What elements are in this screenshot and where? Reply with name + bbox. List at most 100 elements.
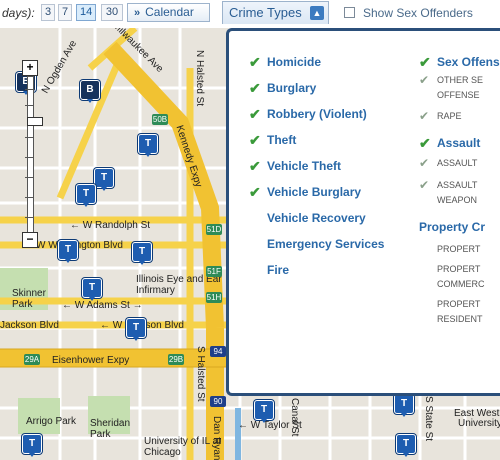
zoom-in-button[interactable]: + (22, 60, 38, 76)
street-label-state: S State St (423, 396, 434, 442)
crime-marker[interactable]: T (76, 184, 96, 207)
crime-option-vehicle-theft[interactable]: ✔ Vehicle Theft (249, 153, 384, 179)
zoom-tick (25, 217, 34, 218)
zoom-out-button[interactable]: − (22, 232, 38, 248)
crime-option-label: Fire (267, 263, 290, 277)
crime-subtype-label: RAPE (437, 111, 462, 121)
crime-category-label: Sex Offenses (437, 55, 500, 69)
highway-shield-29b: 29B (168, 354, 184, 365)
crime-option-fire[interactable]: Fire (249, 257, 384, 283)
crime-option-label: Emergency Services (267, 237, 385, 251)
crime-types-primary-list: ✔ Homicide ✔ Burglary ✔ Robbery (Violent) ✔… (249, 49, 384, 283)
crime-option-emergency-services[interactable]: Emergency Services (249, 231, 384, 257)
crime-subtype-property-commercial[interactable]: PROPERT COMMERC (419, 262, 500, 292)
place-skinner-park: Skinner Park (12, 288, 46, 310)
crime-subtype-label: OFFENSE (437, 90, 480, 100)
calendar-button[interactable]: » Calendar (127, 3, 210, 22)
show-sex-offenders-checkbox[interactable] (344, 7, 355, 18)
crime-marker[interactable]: T (126, 318, 146, 341)
street-label-eisenhower: Eisenhower Expy (52, 355, 130, 366)
days-30-button[interactable]: 30 (101, 4, 123, 21)
crime-subtype-label: PROPERT (437, 299, 481, 309)
crime-marker[interactable]: T (58, 240, 78, 263)
street-label-university: University (458, 418, 500, 429)
highway-shield-90: 90 (210, 396, 226, 407)
checkmark-icon: ✔ (419, 135, 431, 151)
checkmark-icon: ✔ (249, 54, 261, 70)
crime-subtype-rape[interactable]: ✔ RAPE (419, 109, 500, 124)
crime-marker[interactable]: T (22, 434, 42, 457)
crime-marker[interactable]: B (80, 80, 100, 103)
zoom-tick (25, 157, 34, 158)
checkmark-icon: ✔ (249, 158, 261, 174)
street-label-randolph: ← W Randolph St (70, 220, 151, 231)
crime-subtype-other-sex-offense[interactable]: ✔ OTHER SE OFFENSE (419, 73, 500, 103)
crime-option-label: Robbery (Violent) (267, 107, 367, 121)
crime-subtype-label: OTHER SE (437, 75, 484, 85)
checkmark-icon: ✔ (249, 106, 261, 122)
crime-marker[interactable]: T (132, 242, 152, 265)
crime-types-button[interactable]: Crime Types ▲ (222, 1, 329, 24)
crime-category-property-crime[interactable]: Property Cr (419, 214, 500, 240)
crime-option-vehicle-recovery[interactable]: Vehicle Recovery (249, 205, 384, 231)
highway-shield-50b: 50B (152, 114, 168, 125)
crime-category-label: Assault (437, 136, 481, 150)
crime-marker[interactable]: T (94, 168, 114, 191)
crime-types-category-list: ✔ Sex Offenses ✔ OTHER SE OFFENSE ✔ RAPE ✔ As… (419, 49, 500, 327)
crime-subtype-property[interactable]: PROPERT (419, 242, 500, 257)
crime-marker[interactable]: T (82, 278, 102, 301)
crime-category-assault[interactable]: ✔ Assault (419, 130, 500, 156)
checkmark-icon: ✔ (249, 184, 261, 200)
crime-subtype-label: RESIDENT (437, 314, 483, 324)
crime-option-burglary[interactable]: ✔ Burglary (249, 75, 384, 101)
street-label-halsted-s: S Halsted St (195, 346, 206, 402)
crime-option-robbery[interactable]: ✔ Robbery (Violent) (249, 101, 384, 127)
toolbar: days): 3 7 14 30 » Calendar Crime Types ▲… (0, 0, 500, 29)
crime-option-homicide[interactable]: ✔ Homicide (249, 49, 384, 75)
zoom-tick (25, 177, 34, 178)
days-14-button[interactable]: 14 (76, 4, 96, 21)
calendar-button-label: Calendar (145, 5, 194, 19)
highway-shield-29a: 29A (24, 354, 40, 365)
zoom-tick (25, 105, 34, 106)
checkmark-icon: ✔ (249, 132, 261, 148)
days-7-button[interactable]: 7 (58, 4, 73, 21)
crime-option-label: Vehicle Recovery (267, 211, 366, 225)
crime-subtype-label: ASSAULT (437, 158, 478, 168)
crime-subtype-property-residential[interactable]: PROPERT RESIDENT (419, 297, 500, 327)
double-chevron-right-icon: » (134, 7, 141, 19)
crime-option-label: Homicide (267, 55, 322, 69)
crime-option-label: Theft (267, 133, 297, 147)
zoom-tick (25, 197, 34, 198)
crime-marker[interactable]: T (394, 394, 414, 417)
crime-option-theft[interactable]: ✔ Theft (249, 127, 384, 153)
days-3-button[interactable]: 3 (41, 4, 56, 21)
highway-shield-51f: 51F (206, 266, 222, 277)
crime-types-label: Crime Types (229, 5, 302, 20)
street-label-jackson-left: Jackson Blvd (0, 320, 59, 331)
zoom-slider-thumb[interactable] (27, 117, 43, 126)
highway-shield-94: 94 (210, 346, 226, 357)
checkmark-icon: ✔ (419, 54, 431, 70)
crime-types-panel: ✔ Homicide ✔ Burglary ✔ Robbery (Violent) ✔… (226, 28, 500, 396)
checkmark-icon: ✔ (419, 156, 430, 170)
crime-option-label: Burglary (267, 81, 317, 95)
crime-option-vehicle-burglary[interactable]: ✔ Vehicle Burglary (249, 179, 384, 205)
checkmark-icon: ✔ (419, 109, 430, 123)
crime-subtype-assault[interactable]: ✔ ASSAULT (419, 156, 500, 171)
place-sheridan-park: Sheridan Park (90, 418, 131, 440)
zoom-slider[interactable] (25, 76, 43, 238)
crime-marker[interactable]: T (254, 400, 274, 423)
crime-marker[interactable]: T (138, 134, 158, 157)
checkmark-icon: ✔ (419, 73, 430, 87)
zoom-control: + − (22, 60, 43, 248)
crime-subtype-label: ASSAULT (437, 180, 478, 190)
crime-subtype-label: PROPERT (437, 264, 481, 274)
checkmark-icon: ✔ (249, 80, 261, 96)
place-arrigo-park: Arrigo Park (26, 416, 77, 427)
crime-subtype-label: PROPERT (437, 244, 481, 254)
highway-shield-51h: 51H (206, 292, 222, 303)
crime-marker[interactable]: T (396, 434, 416, 457)
crime-subtype-assault-weapon[interactable]: ✔ ASSAULT WEAPON (419, 178, 500, 208)
crime-category-sex-offenses[interactable]: ✔ Sex Offenses (419, 49, 500, 75)
